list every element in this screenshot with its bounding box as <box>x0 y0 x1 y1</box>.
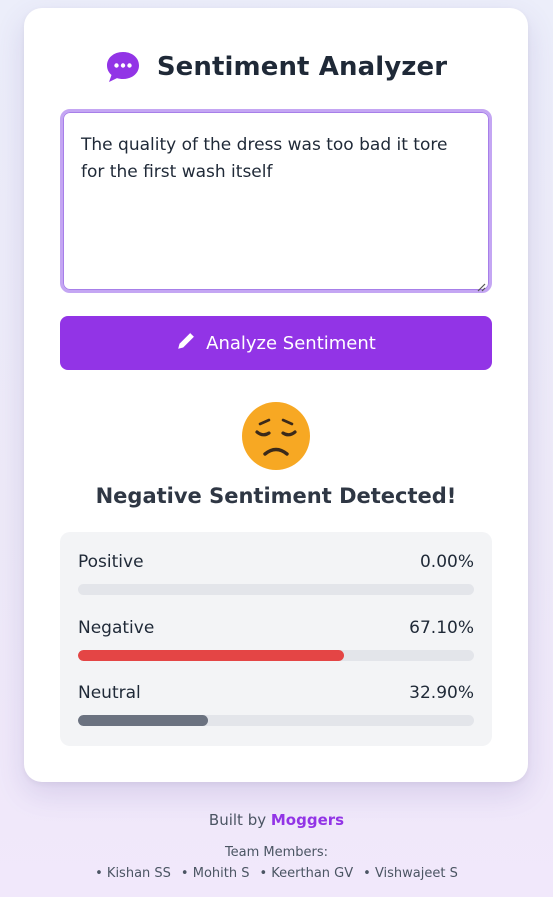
analyzer-card: Sentiment Analyzer Analyze Sentiment <box>24 8 528 782</box>
score-bar-track <box>78 650 474 661</box>
score-bar-track <box>78 715 474 726</box>
brand-link[interactable]: Moggers <box>271 811 344 829</box>
team-member: • Kishan SS <box>95 866 171 881</box>
score-value: 67.10% <box>409 618 474 638</box>
score-bar-track <box>78 584 474 595</box>
resize-handle-icon[interactable] <box>476 277 486 292</box>
team-member: • Vishwajeet S <box>363 866 458 881</box>
score-value: 32.90% <box>409 683 474 703</box>
header: Sentiment Analyzer <box>24 46 528 88</box>
review-textarea-wrapper <box>60 109 492 293</box>
score-row-negative: Negative 67.10% <box>78 618 474 662</box>
score-bar-fill <box>78 715 209 726</box>
team-members-label: Team Members: <box>224 845 329 860</box>
score-row-neutral: Neutral 32.90% <box>78 683 474 727</box>
review-textarea[interactable] <box>63 112 489 290</box>
app-title: Sentiment Analyzer <box>156 52 448 82</box>
sentiment-scores-panel: Positive 0.00% Negative 67.10% Neutral 3… <box>60 532 492 746</box>
pensive-face-icon <box>240 400 312 472</box>
score-value: 0.00% <box>419 552 474 572</box>
analyze-sentiment-button[interactable]: Analyze Sentiment <box>60 316 492 370</box>
speech-bubble-dots-icon <box>105 50 141 84</box>
team-members-list: • Kishan SS • Mohith S • Keerthan GV • V… <box>0 866 553 881</box>
built-by-prefix: Built by <box>208 811 267 829</box>
score-label: Positive <box>78 552 144 572</box>
result-heading: Negative Sentiment Detected! <box>95 484 457 508</box>
built-by-text: Built by Moggers <box>0 811 553 829</box>
score-bar-fill <box>78 650 344 661</box>
pencil-icon <box>176 331 196 356</box>
score-label: Neutral <box>78 683 141 703</box>
analyze-button-label: Analyze Sentiment <box>206 332 376 354</box>
score-row-positive: Positive 0.00% <box>78 552 474 596</box>
team-member: • Mohith S <box>180 866 250 881</box>
team-member: • Keerthan GV <box>259 866 354 881</box>
score-label: Negative <box>78 618 155 638</box>
